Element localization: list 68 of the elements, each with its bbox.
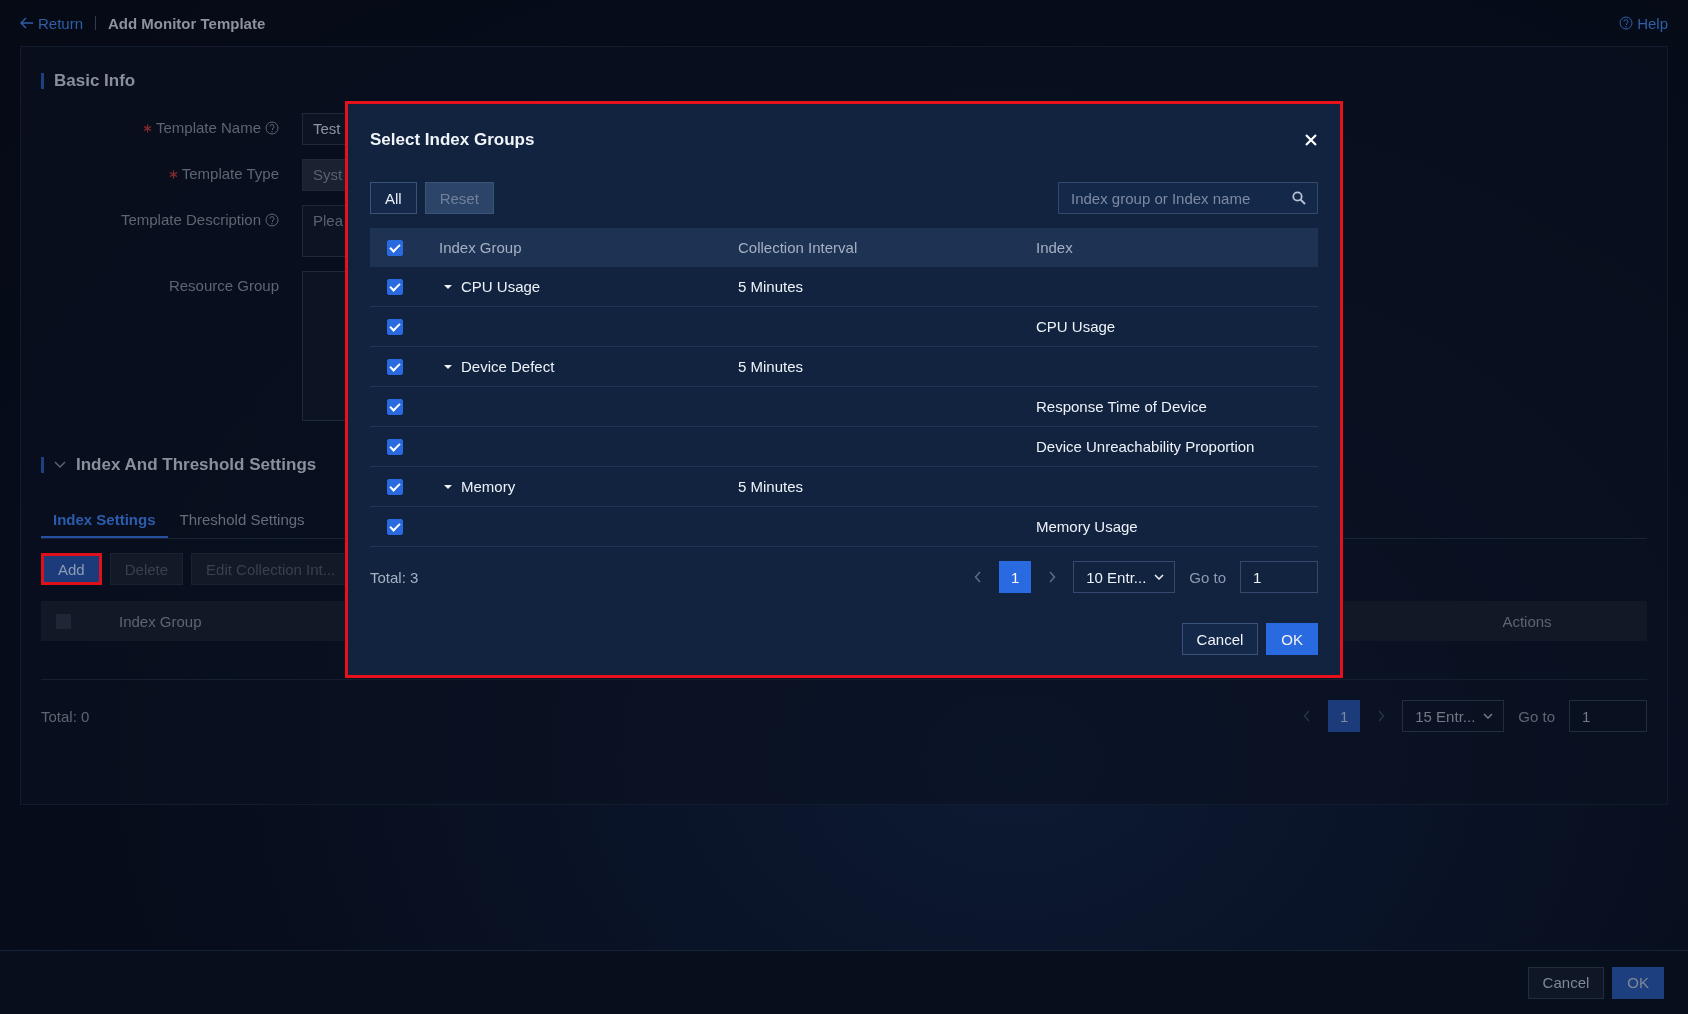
checkbox[interactable] xyxy=(387,278,403,295)
dialog-button[interactable]: Cancel xyxy=(1181,623,1259,655)
arrow-left-icon xyxy=(20,17,34,29)
help-icon[interactable] xyxy=(265,213,279,227)
checkbox[interactable] xyxy=(387,518,403,535)
section-title: Index And Threshold Settings xyxy=(76,455,317,475)
page-button[interactable]: 1 xyxy=(1328,700,1361,732)
table-cell: Memory Usage xyxy=(1036,518,1138,535)
page-button[interactable]: 1 xyxy=(999,561,1032,593)
help-link[interactable]: Help xyxy=(1619,14,1668,32)
previous-page-icon[interactable] xyxy=(974,571,983,583)
checkbox[interactable] xyxy=(387,318,403,335)
field-label: Resource Group xyxy=(168,276,279,296)
caret-icon[interactable] xyxy=(443,282,453,291)
table-cell: Device Defect xyxy=(461,358,555,375)
filter-button[interactable]: All xyxy=(370,182,417,214)
column-header: Index xyxy=(1036,239,1073,256)
search-field[interactable]: Index group or Index name xyxy=(1058,182,1318,214)
dialog-title: Select Index Groups xyxy=(370,130,535,150)
table-cell: CPU Usage xyxy=(1036,318,1116,335)
tab[interactable]: Threshold Settings xyxy=(167,511,317,538)
page-size-select[interactable]: 15 Entr... xyxy=(1402,700,1505,732)
checkbox[interactable] xyxy=(387,398,403,415)
help-icon xyxy=(1619,16,1634,30)
field-label: Template Type xyxy=(181,164,279,184)
help-icon[interactable] xyxy=(265,121,279,135)
column-header: Collection Interval xyxy=(738,239,858,256)
table-cell: CPU Usage xyxy=(461,278,541,295)
footer-button[interactable]: OK xyxy=(1612,966,1664,999)
footer-button[interactable]: Cancel xyxy=(1527,966,1605,999)
go-to-field[interactable]: 1 xyxy=(1569,700,1647,732)
checkbox[interactable] xyxy=(387,358,403,375)
column-header: Index Group xyxy=(439,239,522,256)
field-label: Template Name xyxy=(155,118,261,138)
go-to-label: Go to xyxy=(1189,568,1226,586)
caret-icon[interactable] xyxy=(443,362,453,371)
close-icon[interactable] xyxy=(1304,133,1318,147)
table-cell: Device Unreachability Proportion xyxy=(1036,438,1255,455)
page-title: Add Monitor Template xyxy=(108,14,266,32)
table-cell: 5 Minutes xyxy=(738,478,804,495)
column-header: Index Group xyxy=(119,612,203,630)
required-asterisk-icon xyxy=(168,169,178,179)
checkbox[interactable] xyxy=(387,478,403,495)
chevron-down-icon xyxy=(1154,574,1165,580)
section-title: Basic Info xyxy=(54,71,136,91)
total-count: Total: 0 xyxy=(41,707,90,725)
required-asterisk-icon xyxy=(142,123,152,133)
checkbox[interactable] xyxy=(387,438,403,455)
search-icon[interactable] xyxy=(1292,191,1306,205)
table-cell: Response Time of Device xyxy=(1036,398,1207,415)
page-size-select[interactable]: 10 Entr... xyxy=(1073,561,1176,593)
toolbar-button[interactable]: Add xyxy=(41,553,102,585)
checkbox[interactable] xyxy=(387,239,403,256)
return-link[interactable]: Return xyxy=(20,14,84,32)
chevron-icon[interactable] xyxy=(54,461,66,469)
tab[interactable]: Index Settings xyxy=(41,511,168,538)
table-cell: 5 Minutes xyxy=(738,278,804,295)
next-page-icon[interactable] xyxy=(1048,571,1057,583)
total-count: Total: 3 xyxy=(370,568,419,586)
go-to-field[interactable]: 1 xyxy=(1240,561,1318,593)
dialog-button[interactable]: OK xyxy=(1266,623,1318,655)
column-header: Actions xyxy=(1501,612,1553,630)
table-cell: 5 Minutes xyxy=(738,358,804,375)
caret-icon[interactable] xyxy=(443,482,453,491)
go-to-label: Go to xyxy=(1518,707,1555,725)
table-cell: Memory xyxy=(461,478,516,495)
chevron-down-icon xyxy=(1483,713,1494,719)
field-label: Template Description xyxy=(120,210,261,230)
